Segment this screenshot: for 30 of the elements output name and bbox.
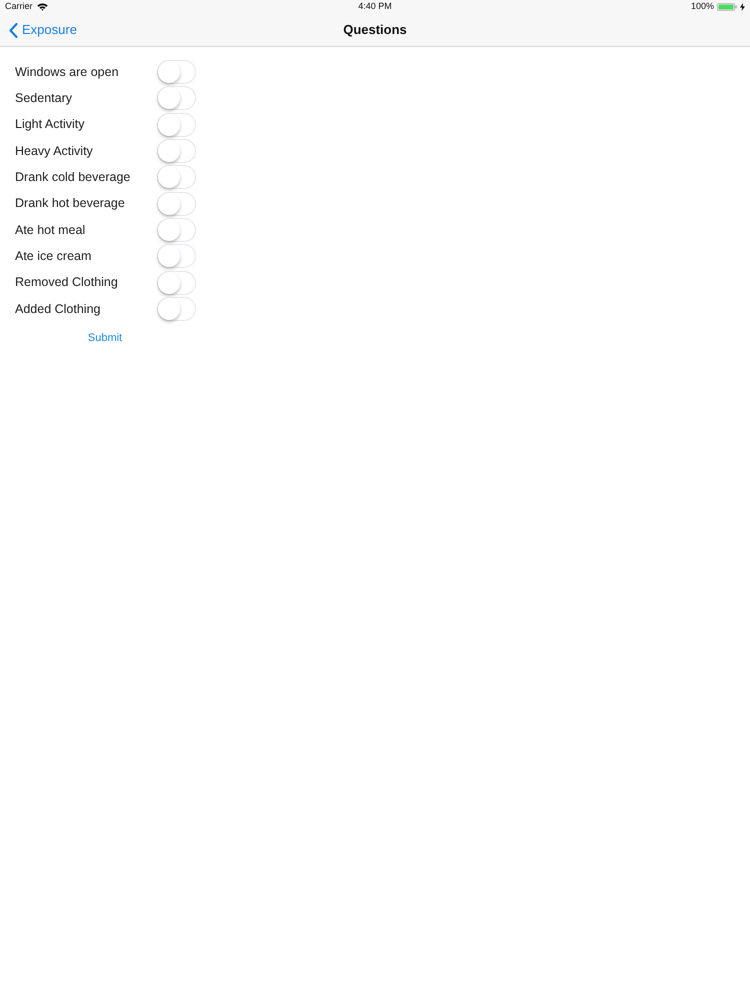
question-label: Ate hot meal [15,222,86,239]
toggle-switch[interactable] [157,165,196,190]
wifi-icon [36,3,48,11]
question-label: Drank hot beverage [15,195,126,212]
submit-button[interactable]: Submit [86,328,124,349]
carrier-name: Carrier [5,0,33,14]
back-button[interactable]: Exposure [0,20,77,40]
question-label: Drank cold beverage [15,169,132,186]
battery-icon [717,3,737,11]
question-label: Windows are open [15,64,120,81]
status-time: 4:40 PM [358,0,392,14]
toggle-switch[interactable] [157,139,196,164]
toggle-switch[interactable] [157,244,196,268]
chevron-left-icon [9,22,18,38]
toggle-switch[interactable] [157,192,196,216]
question-label: Ate ice cream [15,248,92,266]
question-label: Added Clothing [15,300,102,318]
toggle-switch[interactable] [157,86,196,110]
toggle-switch[interactable] [157,218,196,242]
toggle-switch[interactable] [157,112,196,137]
toggle-switch[interactable] [157,297,196,322]
battery-percent: 100% [690,0,714,14]
charging-bolt-icon [740,3,745,11]
screen-title: Questions [343,21,407,40]
question-label: Light Activity [15,116,86,134]
question-label: Heavy Activity [15,142,94,160]
question-label: Removed Clothing [15,274,119,292]
toggle-switch[interactable] [157,270,196,295]
toggle-switch[interactable] [157,60,196,84]
question-label: Sedentary [15,90,73,108]
